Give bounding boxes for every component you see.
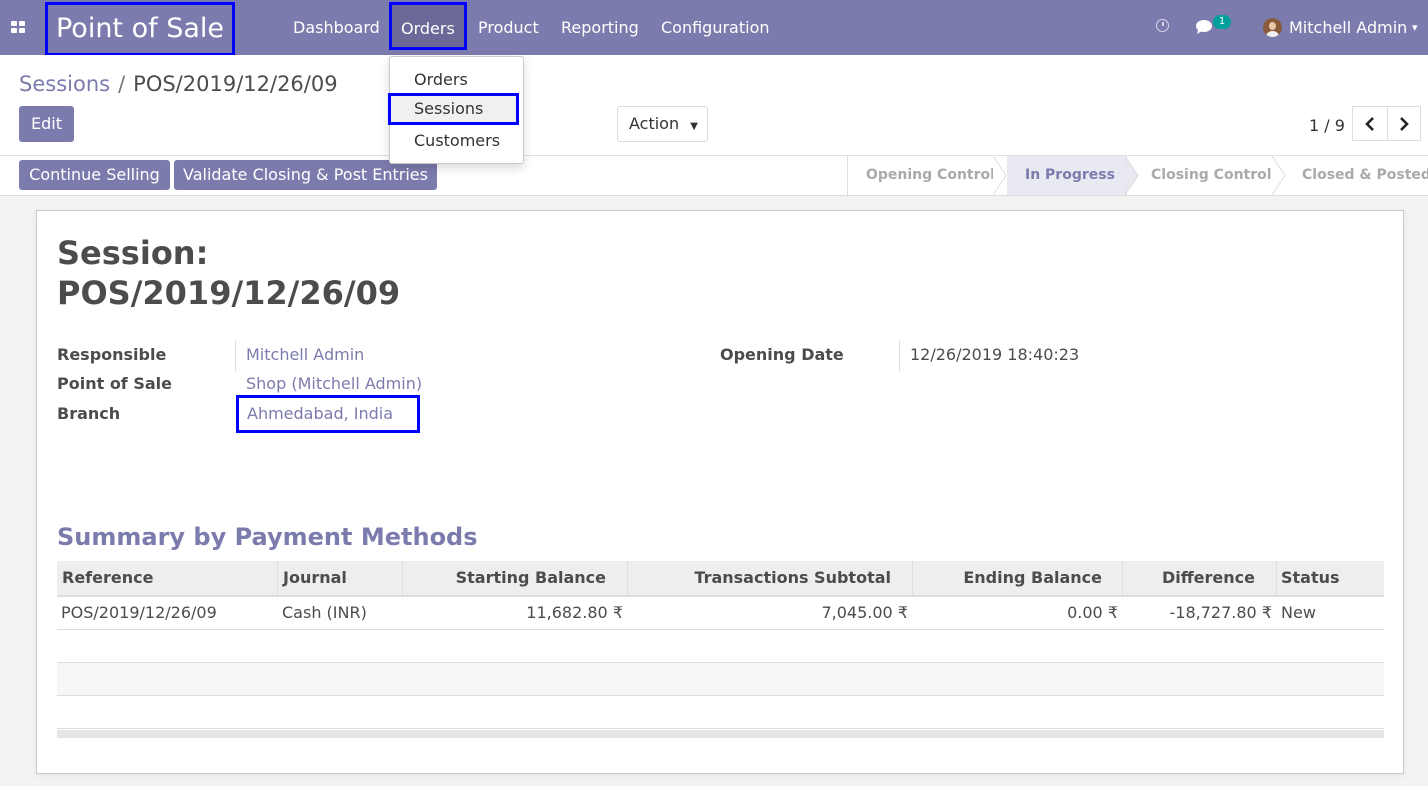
dropdown-item-customers[interactable]: Customers bbox=[414, 130, 500, 152]
status-in-progress: In Progress bbox=[1007, 156, 1127, 195]
step-separator bbox=[1272, 156, 1286, 195]
top-navbar: Point of Sale Dashboard Orders Product R… bbox=[0, 0, 1428, 56]
cell-ending-balance: 0.00 ₹ bbox=[1067, 603, 1118, 622]
cell-difference: -18,727.80 ₹ bbox=[1169, 603, 1272, 622]
column-reference[interactable]: Reference bbox=[62, 561, 153, 595]
field-divider bbox=[235, 341, 236, 371]
pager-previous-button[interactable] bbox=[1352, 106, 1388, 141]
empty-table-row bbox=[57, 696, 1384, 729]
breadcrumb-sessions-link[interactable]: Sessions bbox=[19, 72, 110, 96]
empty-table-row bbox=[57, 630, 1384, 663]
caret-down-icon: ▼ bbox=[690, 121, 698, 132]
control-panel: Sessions / POS/2019/12/26/09 Edit Action ▼… bbox=[0, 55, 1428, 156]
responsible-field[interactable]: Mitchell Admin bbox=[246, 345, 364, 364]
column-starting-balance[interactable]: Starting Balance bbox=[403, 561, 606, 595]
action-dropdown-button[interactable]: Action ▼ bbox=[617, 106, 708, 142]
pager-next-button[interactable] bbox=[1387, 106, 1421, 141]
dropdown-item-sessions[interactable]: Sessions bbox=[388, 93, 519, 125]
table-footer bbox=[57, 730, 1384, 738]
status-closed-posted: Closed & Posted bbox=[1302, 167, 1428, 183]
opening-date-label: Opening Date bbox=[720, 345, 844, 364]
cell-status: New bbox=[1281, 603, 1316, 622]
column-divider bbox=[277, 561, 278, 595]
user-menu[interactable]: Mitchell Admin bbox=[1289, 0, 1407, 56]
opening-date-value: 12/26/2019 18:40:23 bbox=[910, 345, 1080, 364]
table-header: Reference Journal Starting Balance Trans… bbox=[57, 561, 1384, 597]
table-row[interactable]: POS/2019/12/26/09 Cash (INR) 11,682.80 ₹… bbox=[57, 597, 1384, 630]
dropdown-item-orders[interactable]: Orders bbox=[414, 69, 468, 91]
column-journal[interactable]: Journal bbox=[283, 561, 347, 595]
status-opening-control: Opening Control bbox=[866, 167, 995, 183]
breadcrumb-current: POS/2019/12/26/09 bbox=[133, 72, 338, 96]
breadcrumb: Sessions / POS/2019/12/26/09 bbox=[19, 71, 338, 97]
pager-value: 1 / 9 bbox=[1309, 116, 1345, 135]
breadcrumb-separator: / bbox=[118, 72, 126, 96]
field-divider bbox=[899, 341, 900, 371]
column-transactions-subtotal[interactable]: Transactions Subtotal bbox=[628, 561, 891, 595]
chevron-right-icon bbox=[1400, 117, 1409, 131]
cell-transactions-subtotal: 7,045.00 ₹ bbox=[821, 603, 908, 622]
title-line-1: Session: bbox=[57, 234, 209, 272]
menu-product[interactable]: Product bbox=[478, 0, 539, 55]
step-separator bbox=[1125, 156, 1139, 195]
form-sheet: Session: POS/2019/12/26/09 Responsible M… bbox=[36, 210, 1404, 774]
menu-reporting[interactable]: Reporting bbox=[561, 0, 639, 55]
title-line-2: POS/2019/12/26/09 bbox=[57, 274, 401, 312]
continue-selling-button[interactable]: Continue Selling bbox=[19, 160, 170, 190]
point-of-sale-label: Point of Sale bbox=[57, 374, 172, 393]
apps-grid-icon[interactable] bbox=[11, 21, 26, 34]
action-button-label: Action bbox=[629, 114, 680, 133]
column-difference[interactable]: Difference bbox=[1123, 561, 1255, 595]
summary-section-title: Summary by Payment Methods bbox=[57, 523, 478, 551]
responsible-label: Responsible bbox=[57, 345, 167, 364]
session-title: Session: POS/2019/12/26/09 bbox=[57, 233, 400, 313]
step-separator bbox=[993, 156, 1007, 195]
form-statusbar: Continue Selling Validate Closing & Post… bbox=[0, 156, 1428, 196]
chevron-down-icon[interactable]: ▾ bbox=[1412, 0, 1418, 56]
chat-count-badge: 1 bbox=[1213, 15, 1231, 29]
column-ending-balance[interactable]: Ending Balance bbox=[913, 561, 1102, 595]
edit-button[interactable]: Edit bbox=[19, 106, 74, 142]
point-of-sale-field[interactable]: Shop (Mitchell Admin) bbox=[246, 374, 422, 393]
chevron-left-icon bbox=[1365, 117, 1374, 131]
cell-journal: Cash (INR) bbox=[282, 603, 367, 622]
column-divider bbox=[1276, 561, 1277, 595]
activity-clock-icon[interactable] bbox=[1156, 19, 1169, 32]
user-avatar[interactable] bbox=[1263, 18, 1282, 37]
empty-table-row bbox=[57, 663, 1384, 696]
column-status[interactable]: Status bbox=[1281, 561, 1340, 595]
cell-starting-balance: 11,682.80 ₹ bbox=[526, 603, 623, 622]
cell-reference: POS/2019/12/26/09 bbox=[61, 603, 217, 622]
branch-label: Branch bbox=[57, 404, 121, 423]
validate-closing-button[interactable]: Validate Closing & Post Entries bbox=[174, 160, 437, 190]
menu-dashboard[interactable]: Dashboard bbox=[293, 0, 380, 55]
app-brand[interactable]: Point of Sale bbox=[45, 2, 235, 56]
branch-field[interactable]: Ahmedabad, India bbox=[236, 395, 420, 433]
status-steps: Opening Control In Progress Closing Cont… bbox=[847, 156, 1428, 195]
orders-dropdown-menu: Orders Sessions Customers bbox=[388, 56, 524, 164]
status-closing-control: Closing Control bbox=[1151, 167, 1272, 183]
menu-orders[interactable]: Orders bbox=[389, 2, 467, 50]
menu-configuration[interactable]: Configuration bbox=[661, 0, 770, 55]
